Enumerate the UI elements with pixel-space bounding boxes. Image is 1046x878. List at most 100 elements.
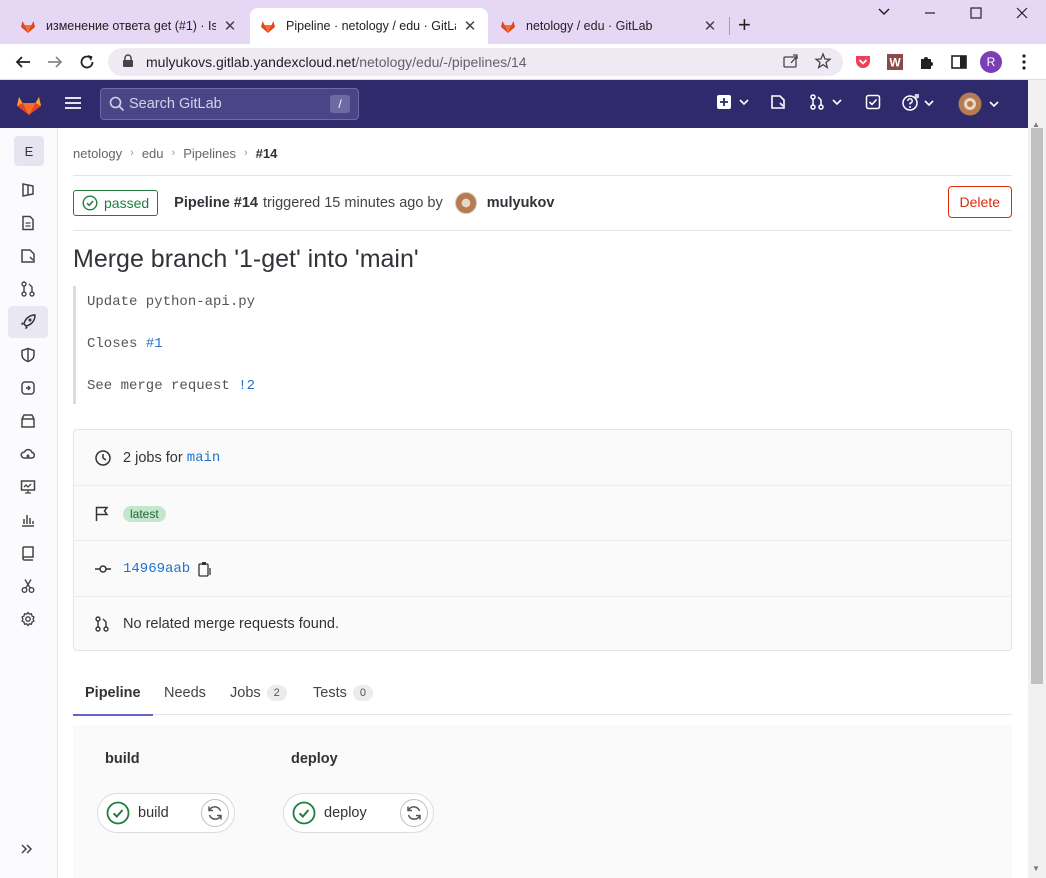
wiki-book-icon[interactable] [8,537,48,569]
forward-arrow-icon[interactable] [43,50,67,74]
new-tab-icon[interactable]: + [738,14,751,36]
close-tab-icon[interactable]: ✕ [702,17,718,35]
delete-button[interactable]: Delete [947,186,1012,218]
commit-title: Merge branch '1-get' into 'main' [73,245,419,273]
deployments-icon[interactable] [8,372,48,404]
commit-line: Closes #1 [87,336,163,352]
address-bar[interactable]: mulyukovs.gitlab.yandexcloud.net/netolog… [108,48,843,76]
pipeline-triggered-text: triggered 15 minutes ago by [262,195,443,211]
infrastructure-cloud-icon[interactable] [8,438,48,470]
user-avatar-icon [958,92,982,116]
bookmark-star-icon[interactable] [814,52,832,75]
back-arrow-icon[interactable] [11,50,35,74]
create-new-dropdown[interactable] [716,94,750,110]
merge-requests-dropdown[interactable] [809,94,843,110]
search-input[interactable]: Search GitLab / [100,88,359,120]
hamburger-menu-icon[interactable] [64,95,82,116]
tab-jobs[interactable]: Jobs 2 [230,670,287,715]
commit-sha-link[interactable]: 14969aab [123,561,190,577]
tab-label: Pipeline [85,684,141,701]
minimize-icon[interactable] [923,6,937,24]
copy-clipboard-icon[interactable] [198,561,212,577]
search-placeholder: Search GitLab [129,96,222,112]
tab-tests[interactable]: Tests 0 [313,670,373,715]
url-host: mulyukovs.gitlab.yandexcloud.net [146,54,356,70]
collapse-sidebar-icon[interactable] [20,842,34,861]
w-extension-icon[interactable]: W [885,52,905,72]
clock-icon [94,449,112,467]
profile-avatar[interactable]: R [980,51,1002,73]
user-menu-dropdown[interactable] [958,92,1000,116]
page-scrollbar[interactable]: ▲ ▼ [1028,80,1046,878]
browser-tab-project[interactable]: netology / edu · GitLab ✕ [490,8,728,44]
tab-label: Tests [313,684,347,701]
gitlab-logo-icon[interactable] [16,92,42,121]
gitlab-favicon-icon [501,21,515,33]
user-name-link[interactable]: mulyukov [487,195,555,211]
scrollbar-thumb[interactable] [1031,128,1043,684]
close-tab-icon[interactable]: ✕ [462,17,478,35]
browser-tab-pipeline[interactable]: Pipeline · netology / edu · GitLab ✕ [250,8,488,44]
check-circle-icon [82,195,98,211]
merge-requests-sidebar-icon[interactable] [8,273,48,305]
commit-line: Update python-api.py [87,294,256,310]
packages-icon[interactable] [8,405,48,437]
reload-icon[interactable] [75,50,99,74]
breadcrumb-netology[interactable]: netology [73,146,122,161]
tab-search-chevron-icon[interactable] [877,4,891,22]
issue-link[interactable]: #1 [146,336,163,352]
settings-gear-icon[interactable] [8,603,48,635]
job-deploy[interactable]: deploy [283,793,434,833]
issues-sidebar-icon[interactable] [8,240,48,272]
issues-icon[interactable] [770,94,786,110]
share-icon[interactable] [782,52,800,75]
pocket-extension-icon[interactable] [853,52,873,72]
check-circle-icon [106,801,130,825]
commit-message: Update python-api.py Closes #1 See merge… [73,286,1012,404]
breadcrumb-edu[interactable]: edu [142,146,164,161]
status-label: passed [104,195,150,211]
branch-link[interactable]: main [187,450,221,466]
merge-request-icon [810,94,824,110]
browser-tab-issue[interactable]: изменение ответа get (#1) · Issu ✕ [10,8,248,44]
retry-icon[interactable] [201,799,229,827]
badges-row: latest [74,486,1011,541]
close-tab-icon[interactable]: ✕ [222,17,238,35]
ci-cd-rocket-icon[interactable] [8,306,48,338]
analytics-chart-icon[interactable] [8,504,48,536]
scroll-down-arrow-icon[interactable]: ▼ [1032,864,1040,873]
stage-title-build: build [105,751,140,767]
monitor-icon[interactable] [8,471,48,503]
browser-menu-icon[interactable] [1014,52,1034,72]
divider [73,230,1012,231]
search-icon [109,96,125,112]
tab-pipeline[interactable]: Pipeline [73,670,153,716]
job-name: build [138,805,169,821]
side-panel-icon[interactable] [949,52,969,72]
project-overview-icon[interactable] [8,174,48,206]
job-build[interactable]: build [97,793,235,833]
jobs-text: 2 jobs for [123,450,183,466]
window-close-icon[interactable] [1015,6,1029,24]
maximize-icon[interactable] [969,6,983,24]
breadcrumb-pipelines[interactable]: Pipelines [183,146,236,161]
status-badge[interactable]: passed [73,190,159,216]
latest-badge: latest [123,505,166,522]
merge-request-link[interactable]: !2 [238,378,255,394]
extensions-puzzle-icon[interactable] [917,52,937,72]
todos-icon[interactable] [865,94,881,110]
user-avatar[interactable] [454,192,477,214]
pipeline-title: Pipeline #14 [174,195,258,211]
project-avatar[interactable]: E [14,136,44,166]
retry-icon[interactable] [400,799,428,827]
breadcrumb-current[interactable]: #14 [256,146,278,161]
help-question-icon [902,94,919,111]
tab-needs[interactable]: Needs [164,670,206,715]
security-shield-icon[interactable] [8,339,48,371]
pipeline-graph: build deploy build deploy [73,725,1012,878]
repository-icon[interactable] [8,207,48,239]
help-dropdown[interactable] [901,94,935,112]
svg-text:W: W [889,56,901,70]
project-sidebar: E [0,128,58,878]
snippets-scissors-icon[interactable] [8,570,48,602]
